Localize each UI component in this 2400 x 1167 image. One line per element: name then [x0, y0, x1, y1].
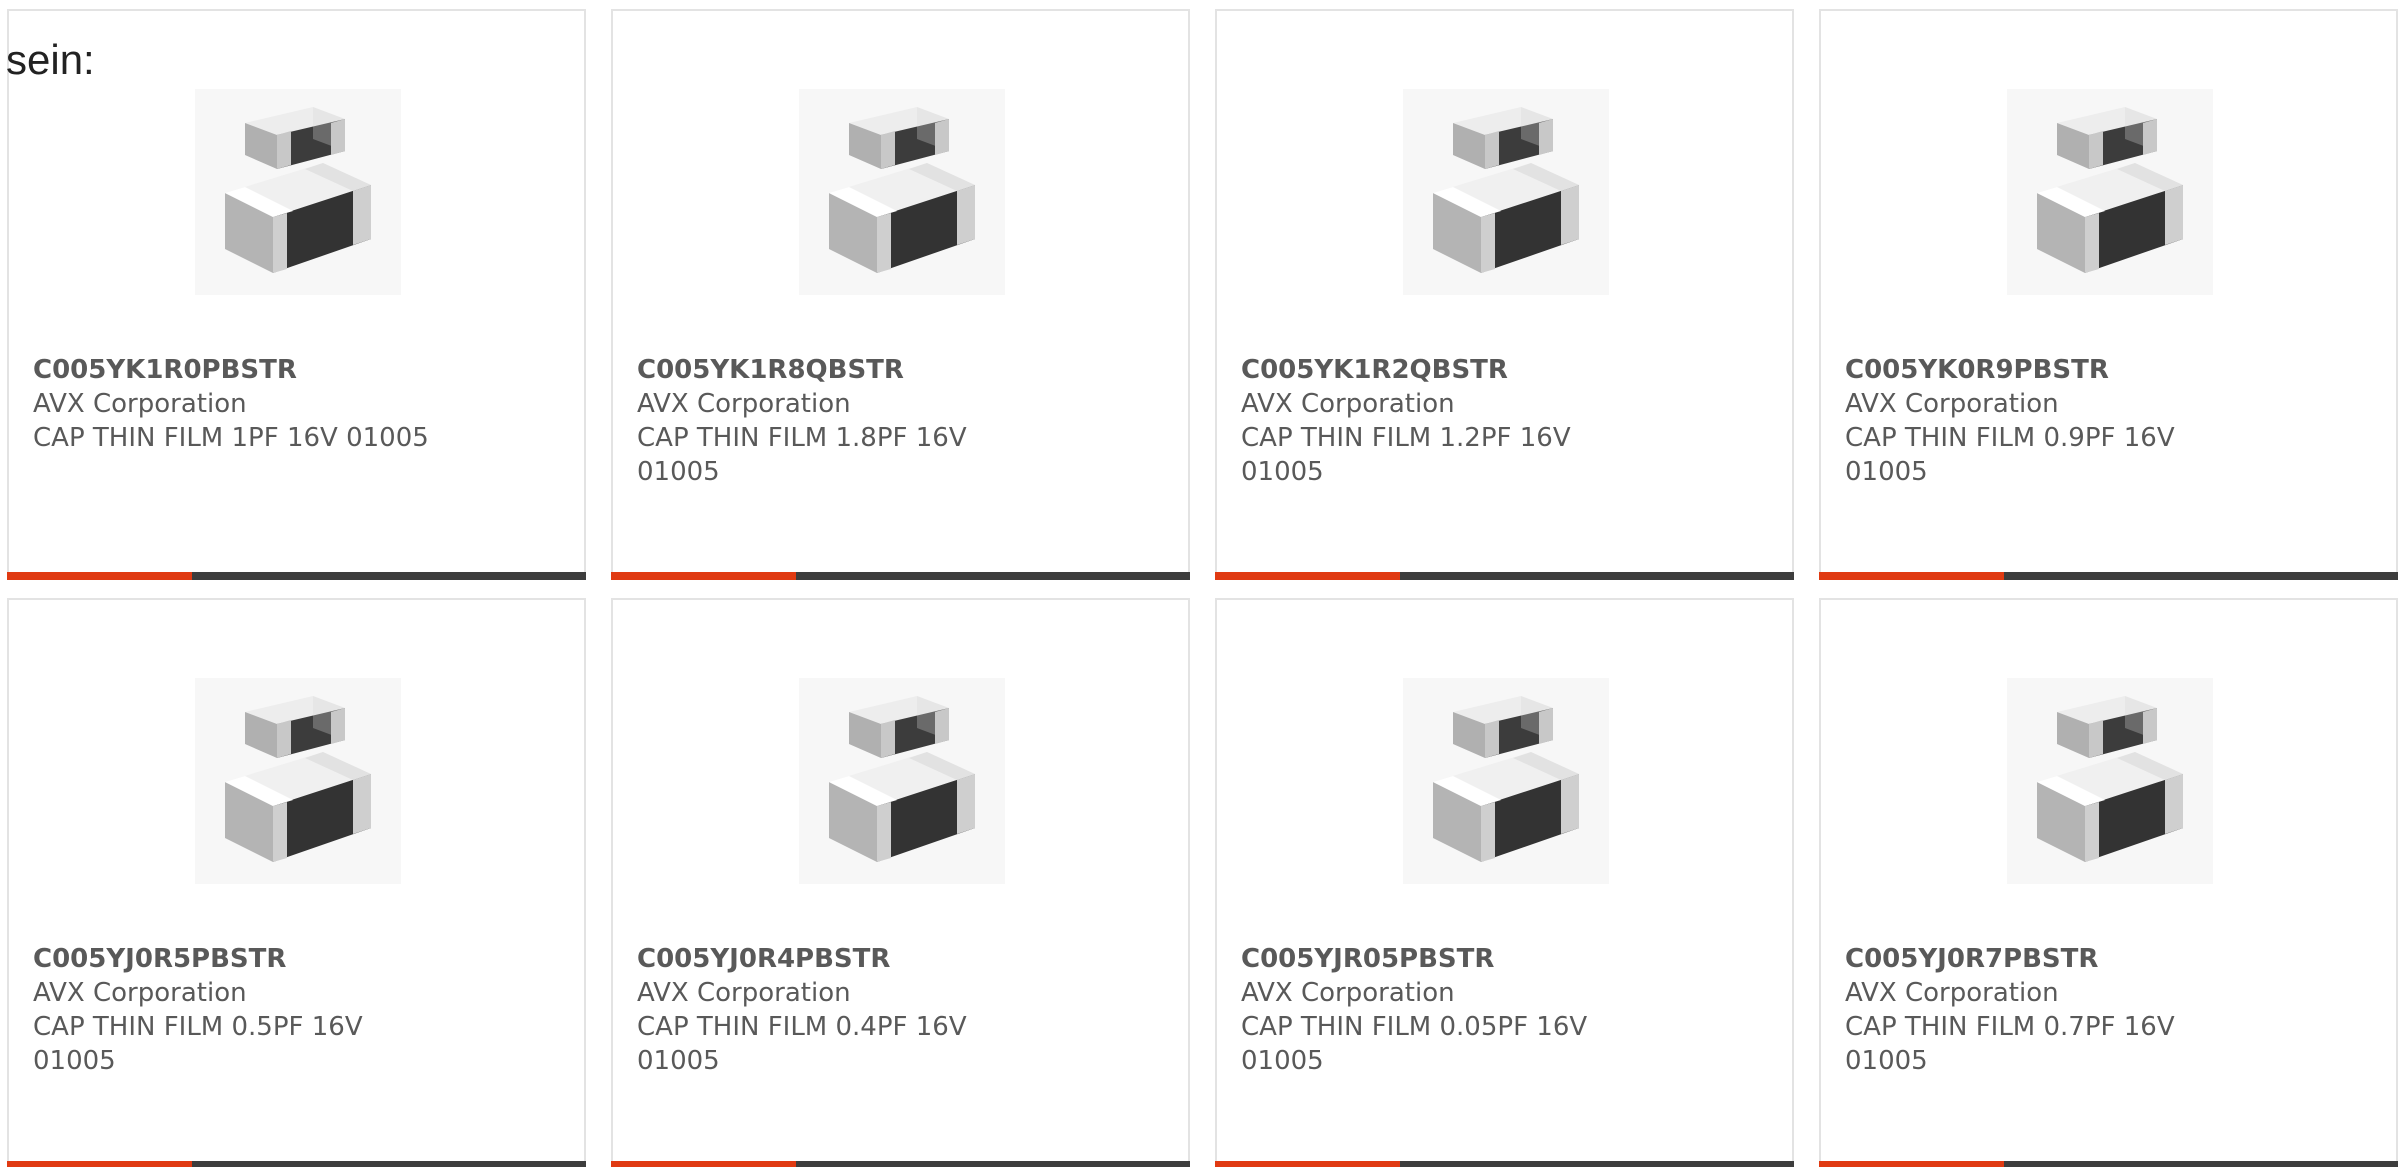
manufacturer: AVX Corporation: [637, 389, 851, 419]
smd-capacitor-icon: [799, 89, 1005, 295]
product-info: C005YJ0R7PBSTR AVX Corporation CAP THIN …: [1845, 942, 2245, 1078]
description: CAP THIN FILM 0.5PF 16V 01005: [33, 1012, 363, 1076]
smd-capacitor-icon: [1403, 89, 1609, 295]
card-bottom-bar: [1819, 1161, 2398, 1167]
card-accent-bar: [1819, 572, 2005, 580]
manufacturer: AVX Corporation: [1845, 978, 2059, 1008]
description: CAP THIN FILM 0.9PF 16V 01005: [1845, 423, 2175, 487]
card-bottom-bar: [1819, 572, 2398, 580]
product-card[interactable]: C005YJ0R4PBSTR AVX Corporation CAP THIN …: [611, 598, 1190, 1167]
description: CAP THIN FILM 0.4PF 16V 01005: [637, 1012, 967, 1076]
card-bottom-bar: [611, 572, 1190, 580]
product-info: C005YJ0R5PBSTR AVX Corporation CAP THIN …: [33, 942, 433, 1078]
product-card[interactable]: C005YK1R8QBSTR AVX Corporation CAP THIN …: [611, 9, 1190, 580]
intro-text: sein:: [6, 36, 95, 83]
part-number[interactable]: C005YK1R2QBSTR: [1241, 353, 1641, 387]
product-info: C005YK0R9PBSTR AVX Corporation CAP THIN …: [1845, 353, 2245, 489]
card-bottom-bar: [1215, 1161, 1794, 1167]
smd-capacitor-icon: [195, 89, 401, 295]
part-number[interactable]: C005YJ0R5PBSTR: [33, 942, 433, 976]
product-info: C005YJR05PBSTR AVX Corporation CAP THIN …: [1241, 942, 1641, 1078]
manufacturer: AVX Corporation: [637, 978, 851, 1008]
description: CAP THIN FILM 0.05PF 16V 01005: [1241, 1012, 1588, 1076]
manufacturer: AVX Corporation: [1241, 978, 1455, 1008]
part-number[interactable]: C005YK1R8QBSTR: [637, 353, 1037, 387]
product-info: C005YK1R8QBSTR AVX Corporation CAP THIN …: [637, 353, 1037, 489]
card-accent-bar: [7, 572, 193, 580]
part-number[interactable]: C005YJ0R4PBSTR: [637, 942, 1037, 976]
product-info: C005YK1R2QBSTR AVX Corporation CAP THIN …: [1241, 353, 1641, 489]
card-accent-bar: [611, 572, 797, 580]
manufacturer: AVX Corporation: [33, 389, 247, 419]
card-bottom-bar: [611, 1161, 1190, 1167]
card-accent-bar: [611, 1161, 797, 1167]
product-card[interactable]: C005YK0R9PBSTR AVX Corporation CAP THIN …: [1819, 9, 2398, 580]
part-number[interactable]: C005YK1R0PBSTR: [33, 353, 433, 387]
manufacturer: AVX Corporation: [1241, 389, 1455, 419]
card-accent-bar: [1215, 1161, 1401, 1167]
product-card[interactable]: C005YK1R2QBSTR AVX Corporation CAP THIN …: [1215, 9, 1794, 580]
part-number[interactable]: C005YK0R9PBSTR: [1845, 353, 2245, 387]
description: CAP THIN FILM 1PF 16V 01005: [33, 423, 429, 453]
smd-capacitor-icon: [195, 678, 401, 884]
manufacturer: AVX Corporation: [1845, 389, 2059, 419]
description: CAP THIN FILM 0.7PF 16V 01005: [1845, 1012, 2175, 1076]
smd-capacitor-icon: [2007, 678, 2213, 884]
card-bottom-bar: [1215, 572, 1794, 580]
part-number[interactable]: C005YJ0R7PBSTR: [1845, 942, 2245, 976]
card-accent-bar: [7, 1161, 193, 1167]
smd-capacitor-icon: [799, 678, 1005, 884]
product-card[interactable]: C005YJ0R5PBSTR AVX Corporation CAP THIN …: [7, 598, 586, 1167]
description: CAP THIN FILM 1.2PF 16V 01005: [1241, 423, 1571, 487]
product-info: C005YJ0R4PBSTR AVX Corporation CAP THIN …: [637, 942, 1037, 1078]
product-card[interactable]: C005YK1R0PBSTR AVX Corporation CAP THIN …: [7, 9, 586, 580]
card-accent-bar: [1819, 1161, 2005, 1167]
card-bottom-bar: [7, 572, 586, 580]
card-accent-bar: [1215, 572, 1401, 580]
manufacturer: AVX Corporation: [33, 978, 247, 1008]
part-number[interactable]: C005YJR05PBSTR: [1241, 942, 1641, 976]
card-bottom-bar: [7, 1161, 586, 1167]
smd-capacitor-icon: [1403, 678, 1609, 884]
product-card[interactable]: C005YJ0R7PBSTR AVX Corporation CAP THIN …: [1819, 598, 2398, 1167]
smd-capacitor-icon: [2007, 89, 2213, 295]
description: CAP THIN FILM 1.8PF 16V 01005: [637, 423, 967, 487]
product-grid: C005YK1R0PBSTR AVX Corporation CAP THIN …: [7, 9, 2400, 1167]
product-info: C005YK1R0PBSTR AVX Corporation CAP THIN …: [33, 353, 433, 455]
product-card[interactable]: C005YJR05PBSTR AVX Corporation CAP THIN …: [1215, 598, 1794, 1167]
